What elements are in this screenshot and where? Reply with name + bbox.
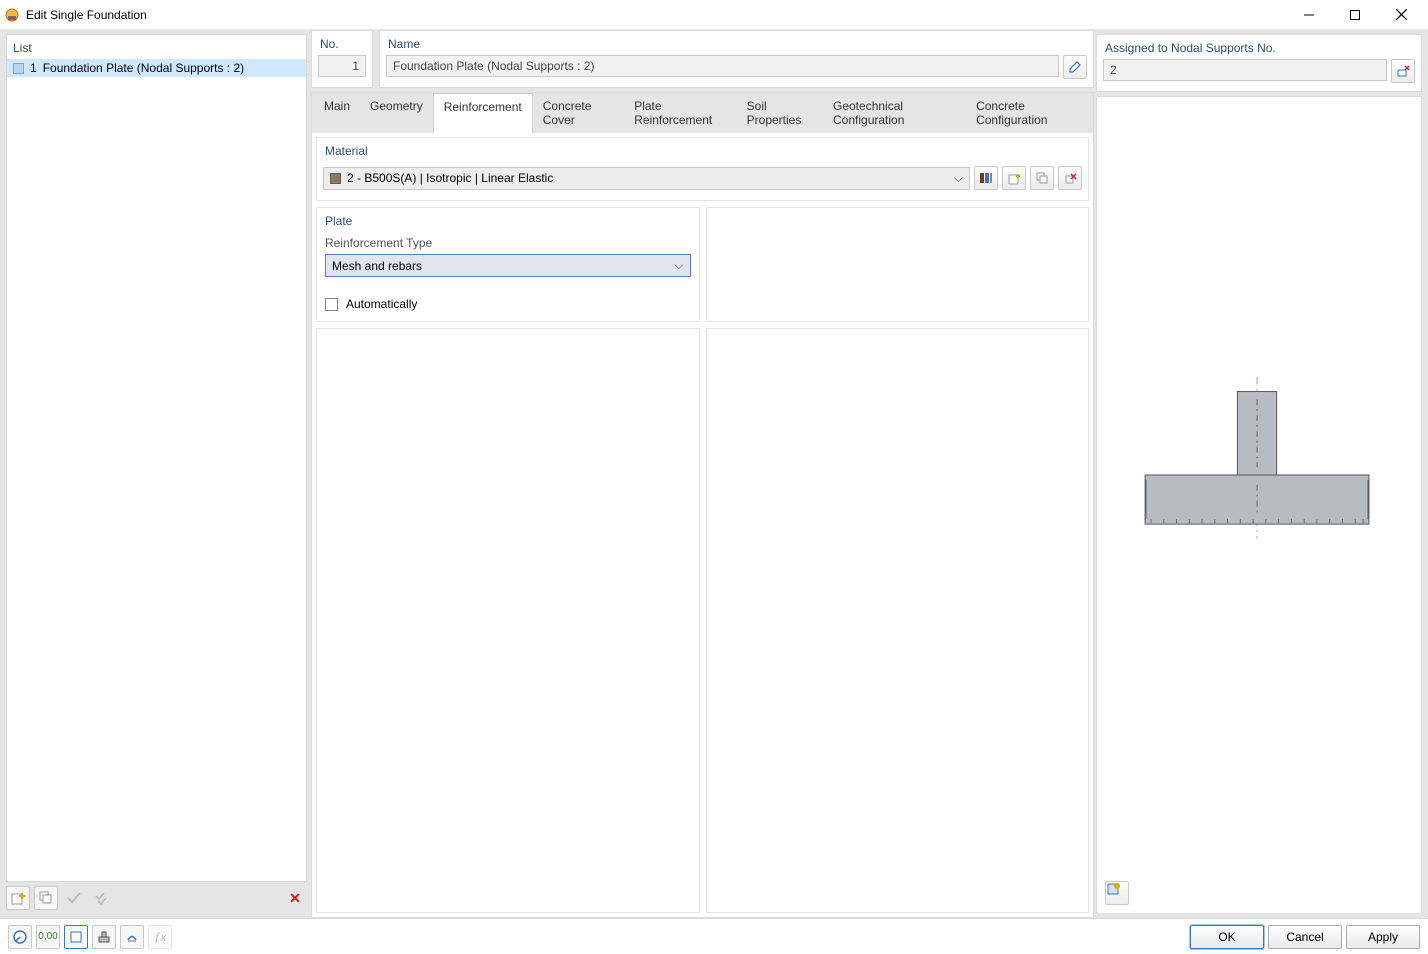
help-button[interactable] [8, 925, 32, 949]
checkbox-icon [325, 298, 338, 311]
tab-plate-reinforcement[interactable]: Plate Reinforcement [624, 93, 736, 133]
material-header: Material [317, 138, 1088, 162]
delete-button[interactable]: ✕ [283, 886, 307, 910]
title-bar: Edit Single Foundation [0, 0, 1428, 30]
tab-geotechnical-configuration[interactable]: Geotechnical Configuration [823, 93, 966, 133]
tab-concrete-cover[interactable]: Concrete Cover [533, 93, 624, 133]
minimize-button[interactable] [1286, 0, 1332, 30]
tab-main[interactable]: Main [314, 93, 360, 133]
preview-settings-button[interactable] [1105, 881, 1129, 905]
automatically-label: Automatically [346, 297, 417, 311]
view-1-button[interactable] [64, 925, 88, 949]
foundation-preview-icon [1097, 97, 1421, 804]
tab-reinforcement[interactable]: Reinforcement [433, 93, 533, 133]
automatically-checkbox[interactable]: Automatically [325, 297, 691, 311]
check-button-1 [62, 886, 86, 910]
check-button-2 [90, 886, 114, 910]
center-panel: No. 1 Name Foundation Plate (Nodal Suppo… [311, 30, 1094, 918]
list-item-label: Foundation Plate (Nodal Supports : 2) [43, 61, 244, 75]
tab-bar: Main Geometry Reinforcement Concrete Cov… [312, 93, 1093, 133]
app-icon [4, 7, 20, 23]
assigned-label: Assigned to Nodal Supports No. [1097, 35, 1421, 59]
ok-button[interactable]: OK [1190, 925, 1264, 949]
reinforcement-type-label: Reinforcement Type [325, 236, 691, 250]
right-panel: Assigned to Nodal Supports No. 2 [1094, 30, 1428, 918]
list-header: List [7, 35, 306, 59]
reinforcement-type-value: Mesh and rebars [332, 259, 422, 273]
plate-header: Plate [317, 208, 699, 232]
preview-viewport[interactable] [1096, 96, 1422, 914]
name-edit-button[interactable] [1063, 55, 1087, 79]
units-button[interactable]: 0,00 [36, 925, 60, 949]
list-item[interactable]: 1 Foundation Plate (Nodal Supports : 2) [7, 59, 306, 77]
close-button[interactable] [1378, 0, 1424, 30]
assigned-field[interactable]: 2 [1103, 59, 1387, 81]
function-button: ƒx [148, 925, 172, 949]
material-select-value: 2 - B500S(A) | Isotropic | Linear Elasti… [347, 171, 553, 185]
delete-icon: ✕ [289, 890, 301, 907]
copy-item-button[interactable] [34, 886, 58, 910]
tab-concrete-configuration[interactable]: Concrete Configuration [966, 93, 1091, 133]
new-item-button[interactable] [6, 886, 30, 910]
chevron-down-icon: ⌵ [674, 258, 683, 273]
view-2-button[interactable] [92, 925, 116, 949]
apply-button[interactable]: Apply [1346, 925, 1420, 949]
fx-icon: ƒx [154, 930, 167, 944]
assigned-pick-button[interactable] [1391, 59, 1415, 83]
material-copy-button[interactable] [1030, 166, 1054, 190]
left-panel: List 1 Foundation Plate (Nodal Supports … [0, 30, 311, 918]
list-toolbar: ✕ [6, 882, 307, 914]
units-icon: 0,00 [38, 931, 57, 942]
tab-geometry[interactable]: Geometry [360, 93, 433, 133]
name-field[interactable]: Foundation Plate (Nodal Supports : 2) [386, 55, 1059, 77]
list-item-icon [13, 63, 24, 74]
reinforcement-type-select[interactable]: Mesh and rebars ⌵ [325, 254, 691, 277]
cancel-button[interactable]: Cancel [1268, 925, 1342, 949]
name-label: Name [380, 31, 1093, 55]
window-title: Edit Single Foundation [26, 8, 147, 22]
chevron-down-icon: ⌵ [954, 171, 963, 186]
material-delete-button[interactable] [1058, 166, 1082, 190]
material-swatch-icon [330, 173, 341, 184]
list-item-num: 1 [30, 61, 37, 75]
material-library-button[interactable] [974, 166, 998, 190]
bottom-bar: 0,00 ƒx OK Cancel Apply [0, 918, 1428, 954]
no-field[interactable]: 1 [318, 55, 366, 77]
maximize-button[interactable] [1332, 0, 1378, 30]
tab-soil-properties[interactable]: Soil Properties [737, 93, 823, 133]
view-3-button[interactable] [120, 925, 144, 949]
material-select[interactable]: 2 - B500S(A) | Isotropic | Linear Elasti… [323, 167, 970, 190]
no-label: No. [312, 31, 372, 55]
material-new-button[interactable] [1002, 166, 1026, 190]
